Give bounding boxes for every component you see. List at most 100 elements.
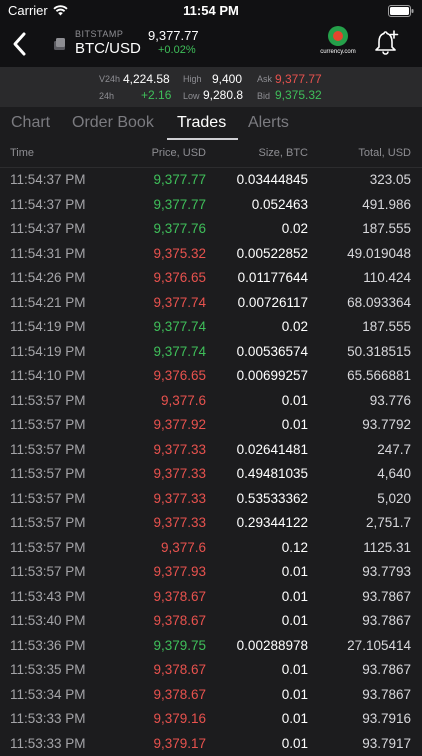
trade-price: 9,378.67 — [153, 687, 206, 702]
trade-total: 323.05 — [370, 172, 411, 187]
trade-row: 11:53:57 PM9,377.930.0193.7793 — [0, 560, 422, 585]
bid-label: Bid — [257, 91, 270, 101]
trade-time: 11:54:37 PM — [10, 221, 86, 236]
trade-row: 11:54:26 PM9,376.650.01177644110.424 — [0, 266, 422, 291]
trade-time: 11:53:43 PM — [10, 589, 86, 604]
trade-size: 0.00726117 — [238, 295, 308, 310]
trade-price: 9,379.16 — [153, 711, 206, 726]
column-price: Price, USD — [152, 147, 206, 159]
trade-size: 0.01 — [282, 687, 308, 702]
trade-row: 11:54:31 PM9,375.320.0052285249.019048 — [0, 242, 422, 267]
trade-time: 11:53:33 PM — [10, 711, 86, 726]
trade-time: 11:53:57 PM — [10, 442, 86, 457]
trade-price: 9,379.75 — [153, 638, 206, 653]
trade-price: 9,377.33 — [153, 491, 206, 506]
v24h-value: 4,224.58 — [123, 72, 170, 86]
ask-value: 9,377.77 — [275, 72, 322, 86]
bid-value: 9,375.32 — [275, 88, 322, 102]
trades-list[interactable]: 11:54:37 PM9,377.770.03444845323.0511:54… — [0, 168, 422, 756]
trade-size: 0.01 — [282, 417, 308, 432]
trade-time: 11:53:57 PM — [10, 540, 86, 555]
trade-row: 11:53:57 PM9,377.330.293441222,751.7 — [0, 511, 422, 536]
exchange-icon — [52, 36, 68, 52]
trade-price: 9,377.74 — [153, 319, 206, 334]
trade-size: 0.01 — [282, 564, 308, 579]
column-total: Total, USD — [358, 147, 411, 159]
trade-total: 93.7916 — [362, 711, 411, 726]
trade-price: 9,377.77 — [153, 197, 206, 212]
trade-row: 11:53:33 PM9,379.170.0193.7917 — [0, 732, 422, 756]
ask-label: Ask — [257, 74, 272, 84]
trade-row: 11:53:40 PM9,378.670.0193.7867 — [0, 609, 422, 634]
trade-time: 11:54:37 PM — [10, 197, 86, 212]
tab-trades[interactable]: Trades — [177, 114, 226, 132]
currency-com-logo[interactable]: currency.com — [318, 26, 358, 62]
price-change: +0.02% — [158, 44, 196, 56]
exchange-name: BITSTAMP — [75, 29, 123, 39]
trade-size: 0.01177644 — [238, 270, 308, 285]
trade-price: 9,376.65 — [153, 368, 206, 383]
trade-size: 0.01 — [282, 393, 308, 408]
tab-order-book[interactable]: Order Book — [72, 114, 154, 132]
battery-icon — [388, 5, 414, 17]
nav-bar: BITSTAMP BTC/USD 9,377.77 +0.02% currenc… — [0, 22, 422, 67]
trade-size: 0.01 — [282, 662, 308, 677]
active-tab-indicator — [167, 138, 238, 140]
tab-chart[interactable]: Chart — [11, 114, 50, 132]
trade-size: 0.00536574 — [237, 344, 308, 359]
trades-table-header: Time Price, USD Size, BTC Total, USD — [0, 141, 422, 168]
high-value: 9,400 — [212, 72, 242, 86]
trade-row: 11:54:21 PM9,377.740.0072611768.093364 — [0, 291, 422, 316]
trade-price: 9,375.32 — [153, 246, 206, 261]
trade-total: 4,640 — [377, 466, 411, 481]
brand-label: currency.com — [318, 49, 358, 55]
trade-total: 27.105414 — [347, 638, 411, 653]
trade-row: 11:53:34 PM9,378.670.0193.7867 — [0, 683, 422, 708]
trade-total: 187.555 — [362, 319, 411, 334]
trade-time: 11:53:40 PM — [10, 613, 86, 628]
trade-size: 0.00288978 — [237, 638, 308, 653]
trade-price: 9,377.74 — [153, 344, 206, 359]
trade-time: 11:54:37 PM — [10, 172, 86, 187]
trade-row: 11:54:10 PM9,376.650.0069925765.566881 — [0, 364, 422, 389]
trade-size: 0.02 — [282, 221, 308, 236]
h24-value: +2.16 — [141, 88, 171, 102]
trade-price: 9,377.33 — [153, 466, 206, 481]
trade-size: 0.01 — [282, 711, 308, 726]
trade-price: 9,377.77 — [153, 172, 206, 187]
trade-row: 11:53:57 PM9,377.330.535333625,020 — [0, 487, 422, 512]
tab-alerts[interactable]: Alerts — [248, 114, 289, 132]
low-label: Low — [183, 91, 200, 101]
trade-total: 93.776 — [370, 393, 411, 408]
trade-time: 11:53:57 PM — [10, 466, 86, 481]
trade-price: 9,378.67 — [153, 589, 206, 604]
trade-total: 491.986 — [362, 197, 411, 212]
add-alert-bell-icon[interactable] — [372, 29, 400, 57]
trade-size: 0.01 — [282, 613, 308, 628]
trade-time: 11:53:35 PM — [10, 662, 86, 677]
pair-name[interactable]: BTC/USD — [75, 40, 141, 57]
trade-size: 0.12 — [282, 540, 308, 555]
trade-total: 247.7 — [377, 442, 411, 457]
trade-price: 9,377.92 — [153, 417, 206, 432]
trade-row: 11:54:37 PM9,377.770.052463491.986 — [0, 193, 422, 218]
trade-total: 110.424 — [363, 270, 411, 285]
back-arrow-icon[interactable] — [10, 31, 30, 57]
trade-row: 11:53:35 PM9,378.670.0193.7867 — [0, 658, 422, 683]
trade-size: 0.49481035 — [237, 466, 308, 481]
trade-total: 93.7867 — [362, 662, 411, 677]
trade-size: 0.53533362 — [237, 491, 308, 506]
trade-row: 11:53:43 PM9,378.670.0193.7867 — [0, 585, 422, 610]
logo-inner-icon — [333, 31, 343, 41]
logo-circle-icon — [328, 26, 348, 46]
v24h-label: V24h — [99, 74, 120, 84]
trade-price: 9,379.17 — [153, 736, 206, 751]
trade-total: 1125.31 — [363, 540, 411, 555]
trade-row: 11:53:57 PM9,377.60.121125.31 — [0, 536, 422, 561]
trade-time: 11:54:19 PM — [10, 344, 86, 359]
trade-row: 11:53:57 PM9,377.60.0193.776 — [0, 389, 422, 414]
trade-row: 11:53:36 PM9,379.750.0028897827.105414 — [0, 634, 422, 659]
trade-total: 93.7867 — [362, 613, 411, 628]
trade-total: 187.555 — [362, 221, 411, 236]
trade-row: 11:53:57 PM9,377.920.0193.7792 — [0, 413, 422, 438]
